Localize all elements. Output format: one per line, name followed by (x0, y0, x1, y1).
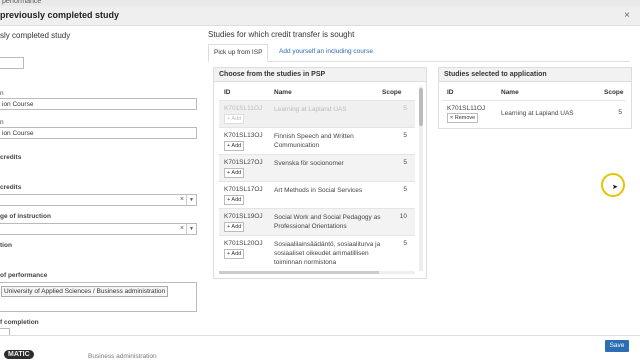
row-scope: 5 (403, 240, 407, 247)
row-scope: 10 (399, 213, 407, 220)
table-row: K701SL20OJ Sosiaalilainsäädäntö, sosiaal… (219, 235, 415, 276)
col-scope: Scope (604, 89, 624, 96)
field-2-label: n (0, 119, 4, 126)
table-row: K701SL27OJ Svenska för socionomer 5 + Ad… (219, 154, 415, 182)
field-6-label: tion (0, 242, 12, 249)
tab-add-including-course[interactable]: Add yourself an including course (274, 44, 378, 60)
row-scope: 5 (403, 159, 407, 166)
place-of-performance-field[interactable]: University of Applied Sciences / Busines… (0, 282, 197, 312)
tab-bar: Pick up from ISP Add yourself an includi… (208, 44, 630, 62)
row-name: Art Methods in Social Services (274, 187, 363, 194)
selected-studies-panel: Studies selected to application ID Name … (438, 67, 632, 129)
row-id: K701SL27OJ (224, 159, 263, 166)
row-name: Sosiaalilainsäädäntö, sosiaaliturva ja s… (274, 241, 381, 266)
row-scope: 5 (403, 105, 407, 112)
mouse-cursor-icon: ➤ (612, 184, 618, 191)
row-id: K701SL13OJ (224, 132, 263, 139)
add-button[interactable]: + Add (224, 249, 245, 259)
credits-select[interactable]: × ▼ (0, 194, 197, 206)
add-button[interactable]: + Add (224, 168, 245, 178)
row-name: Svenska för socionomer (274, 160, 344, 167)
field-1-input[interactable]: ion Course (0, 98, 197, 110)
vertical-scrollbar[interactable] (419, 86, 423, 271)
row-name: Learning at Lapland UAS (501, 110, 574, 117)
choose-studies-panel: Choose from the studies in PSP ID Name S… (213, 67, 427, 279)
field-1-label: n (0, 90, 4, 97)
table-row: K701SL19OJ Social Work and Social Pedago… (219, 208, 415, 236)
dialog-title: previously completed study (0, 10, 120, 20)
add-button[interactable]: + Add (224, 141, 245, 151)
row-id: K701SL17OJ (224, 186, 263, 193)
chevron-down-icon[interactable]: ▼ (186, 224, 196, 234)
field-0-input[interactable] (0, 57, 24, 69)
top-fragment: performance (2, 0, 42, 5)
right-title: Studies for which credit transfer is sou… (208, 30, 355, 39)
col-scope: Scope (382, 89, 402, 96)
col-name: Name (501, 89, 519, 96)
row-name: Finnish Speech and Written Communication (274, 133, 354, 149)
field-3-label: credits (0, 154, 22, 161)
col-id: ID (447, 89, 454, 96)
selected-panel-title: Studies selected to application (439, 68, 631, 82)
field-5-label: ge of instruction (0, 213, 51, 220)
place-chip[interactable]: University of Applied Sciences / Busines… (1, 286, 169, 297)
add-button[interactable]: + Add (224, 195, 245, 205)
selected-row: K701SL11OJ Learning at Lapland UAS 5 × R… (442, 100, 626, 127)
col-id: ID (224, 89, 231, 96)
add-button: + Add (224, 114, 245, 124)
field-2-input[interactable]: ion Course (0, 127, 197, 139)
col-name: Name (274, 89, 292, 96)
row-scope: 5 (403, 186, 407, 193)
chevron-down-icon[interactable]: ▼ (186, 195, 196, 205)
completed-study-form: sly completed study n ion Course n ion C… (0, 26, 205, 360)
row-scope: 5 (403, 132, 407, 139)
row-id: K701SL11OJ (224, 105, 263, 112)
horizontal-scrollbar[interactable] (219, 271, 415, 274)
choose-panel-title: Choose from the studies in PSP (214, 68, 426, 82)
table-row: K701SL17OJ Art Methods in Social Service… (219, 181, 415, 209)
row-id: K701SL11OJ (447, 105, 486, 112)
section-title: sly completed study (0, 31, 71, 40)
add-button[interactable]: + Add (224, 222, 245, 232)
bottom-fragment: Business administration (88, 353, 157, 360)
table-row: K701SL13OJ Finnish Speech and Written Co… (219, 127, 415, 155)
dialog-footer: Save MATIC Business administration (0, 335, 640, 361)
row-id: K701SL20OJ (224, 240, 263, 247)
save-button[interactable]: Save (605, 340, 629, 352)
tab-pick-up-from-isp[interactable]: Pick up from ISP (208, 44, 269, 62)
field-4-label: credits (0, 184, 22, 191)
remove-button[interactable]: × Remove (447, 113, 479, 123)
clear-icon[interactable]: × (180, 196, 184, 203)
row-id: K701SL19OJ (224, 213, 263, 220)
row-name: Learning at Lapland UAS (274, 106, 347, 113)
language-select[interactable]: × ▼ (0, 223, 197, 235)
field-7-label: of performance (0, 272, 48, 279)
row-scope: 5 (618, 109, 622, 116)
watermark-logo: MATIC (4, 350, 34, 359)
clear-icon[interactable]: × (180, 225, 184, 232)
dialog-header: previously completed study × (0, 6, 640, 26)
field-8-label: f completion (0, 319, 39, 326)
table-row: K701SL11OJ Learning at Lapland UAS 5 + A… (219, 100, 415, 128)
row-name: Social Work and Social Pedagogy as Profe… (274, 214, 381, 230)
close-icon[interactable]: × (624, 10, 630, 21)
